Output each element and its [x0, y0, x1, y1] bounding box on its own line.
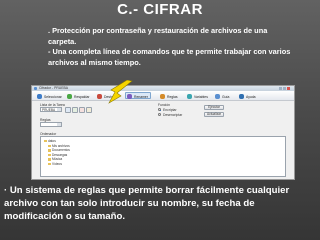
maximize-icon[interactable]	[283, 87, 286, 90]
tree-item[interactable]: Descargas	[48, 153, 67, 157]
tree-item-label: Música	[52, 157, 63, 162]
minimize-icon[interactable]	[279, 87, 282, 90]
remove-icon[interactable]	[79, 106, 85, 113]
chevron-down-icon	[57, 108, 61, 111]
respaldar-icon	[67, 94, 72, 99]
tree-item[interactable]: Documentos	[48, 148, 70, 152]
guía-icon	[215, 94, 220, 99]
task-list-select[interactable]: PRUEBA	[40, 107, 62, 112]
deshacer-icon	[97, 94, 102, 99]
tree-item-label: Mis archivos	[52, 143, 70, 148]
arrow-shape	[108, 80, 133, 104]
folder-icon	[48, 153, 51, 157]
tree-item[interactable]: Música	[48, 157, 62, 161]
arrow-pointer-icon	[108, 80, 133, 104]
rules-select[interactable]	[40, 122, 62, 127]
bullet-rules-system: · Un sistema de reglas que permite borra…	[4, 185, 290, 222]
toolbar-button-respaldar[interactable]: Respaldar	[65, 92, 92, 99]
folder-icon	[48, 149, 51, 152]
toolbar-button-label: Respaldar	[74, 94, 90, 99]
toolbar-button-label: Variables	[194, 94, 208, 99]
bullet-password-protection: . Protección por contraseña y restauraci…	[48, 26, 268, 46]
tree-item[interactable]: Vídeos	[48, 162, 62, 166]
window-controls	[278, 87, 292, 90]
toolbar-button-label: Renamer	[134, 94, 148, 99]
radio-encrypt[interactable]	[158, 108, 161, 111]
radio-decrypt-label: Desencriptar	[163, 112, 183, 117]
tree-item-label: Descargas	[52, 152, 68, 157]
tree-item-label: datos	[48, 139, 56, 143]
folder-icon	[44, 139, 47, 143]
radio-decrypt[interactable]	[158, 113, 161, 116]
tree-item-label: Vídeos	[52, 162, 62, 166]
app-screenshot: Cifrador - PRUEBA Seleccionar Respaldar De…	[31, 85, 295, 180]
app-icon	[34, 87, 37, 90]
app-toolbar: Seleccionar Respaldar Deshacer Renamer Regla…	[32, 91, 294, 101]
folder-icon	[48, 158, 51, 161]
close-icon[interactable]	[287, 87, 290, 90]
toolbar-button-reglas[interactable]: Reglas	[158, 92, 184, 99]
add-icon[interactable]	[72, 106, 78, 113]
toolbar-button-ayuda[interactable]: Ayuda	[237, 92, 263, 99]
function-label: Función	[158, 103, 171, 107]
tree-item[interactable]: Mis archivos	[48, 144, 70, 148]
reglas-icon	[160, 94, 165, 99]
execute-button[interactable]: Ejecutar	[204, 105, 224, 110]
toolbar-button-seleccionar[interactable]: Seleccionar	[35, 92, 62, 99]
edit-icon[interactable]	[86, 106, 92, 113]
toolbar-button-label: Guía	[222, 94, 230, 99]
slide-title: C.- CIFRAR	[117, 1, 203, 18]
toolbar-button-variables[interactable]: Variables	[185, 92, 211, 99]
chevron-down-icon	[57, 123, 61, 126]
bullet-list: . Protección por contraseña y restauraci…	[48, 26, 293, 68]
window-title: Cifrador - PRUEBA	[39, 86, 69, 90]
toolbar-button-label: Ayuda	[246, 94, 256, 99]
toolbar-button-label: Reglas	[167, 94, 178, 99]
toolbar-button-guía[interactable]: Guía	[213, 92, 239, 99]
seleccionar-icon	[37, 94, 42, 99]
refresh-button[interactable]: Actualizar	[204, 112, 224, 117]
folder-tree[interactable]: datos Mis archivos Documentos Descargas Músi…	[40, 136, 286, 177]
bullet-command-line: - Una completa línea de comandos que te …	[48, 47, 291, 67]
task-list-value: PRUEBA	[42, 108, 56, 112]
tree-item[interactable]: datos	[44, 139, 56, 143]
folder-icon	[48, 162, 51, 166]
folder-icon	[48, 144, 51, 147]
radio-encrypt-label: Encriptar	[163, 107, 177, 112]
tree-item-label: Documentos	[52, 148, 70, 153]
slide: C.- CIFRAR . Protección por contraseña y…	[0, 0, 320, 240]
new-task-icon[interactable]	[65, 106, 71, 113]
ayuda-icon	[239, 94, 244, 99]
toolbar-button-label: Seleccionar	[44, 94, 62, 99]
variables-icon	[187, 94, 192, 99]
